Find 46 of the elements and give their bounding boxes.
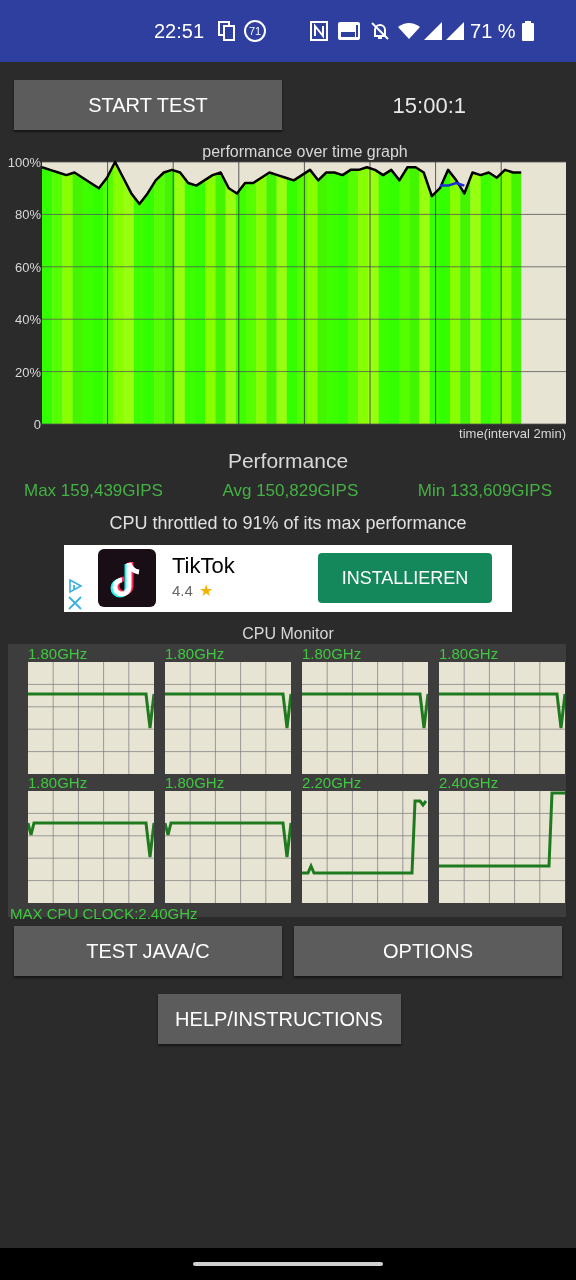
y-tick-label: 80%	[14, 207, 41, 223]
y-tick-label: 20%	[14, 364, 41, 380]
wifi-icon	[398, 22, 421, 40]
start-test-button[interactable]: START TEST	[14, 80, 282, 130]
y-tick-label: 0	[33, 417, 41, 432]
app-rating: 4.4	[172, 580, 193, 601]
performance-title: Performance	[227, 448, 349, 474]
action-button[interactable]: TEST JAVA/C	[14, 925, 282, 976]
signal-icon	[424, 22, 443, 40]
y-tick-label: 100%	[7, 155, 41, 170]
battery-level: 71 %	[470, 19, 516, 44]
core-frequency: 1.80GHz	[302, 644, 363, 662]
core-frequency: 1.80GHz	[28, 644, 89, 662]
chart-title: performance over time graph	[202, 143, 408, 160]
core-frequency: 2.20GHz	[302, 773, 363, 791]
copy-icon	[218, 21, 237, 41]
core-frequency: 1.80GHz	[28, 773, 89, 791]
action-button[interactable]: OPTIONS	[294, 925, 562, 976]
cpu-monitor-title: CPU Monitor	[242, 623, 334, 644]
min-performance: Min 133,609GIPS	[417, 480, 552, 502]
help-button[interactable]: HELP/INSTRUCTIONS	[157, 993, 401, 1044]
timer: 15:00:1	[392, 91, 466, 120]
avg-performance: Avg 150,829GIPS	[222, 480, 359, 502]
install-button[interactable]: INSTALLIEREN	[318, 553, 492, 603]
app-name: TikTok	[172, 553, 235, 579]
app-logo	[98, 549, 156, 607]
muted-bell-icon	[370, 21, 391, 41]
y-tick-label: 60%	[14, 259, 41, 275]
core-frequency: 2.40GHz	[439, 773, 500, 791]
core-frequency: 1.80GHz	[439, 644, 500, 662]
nfc-icon	[310, 21, 329, 41]
clock: 22:51	[154, 19, 205, 44]
y-tick-label: 40%	[14, 312, 41, 328]
max-performance: Max 159,439GIPS	[24, 480, 163, 502]
signal-icon	[446, 22, 465, 40]
star-icon: ★	[198, 579, 213, 603]
core-frequency: 1.80GHz	[165, 773, 226, 791]
throttle-note: CPU throttled to 91% of its max performance	[109, 511, 467, 535]
ad-choices-icon[interactable]	[67, 577, 83, 594]
battery-icon	[521, 21, 534, 41]
ad-banner[interactable]: TikTok 4.4 ★ INSTALLIEREN	[64, 544, 512, 612]
notification-count: 71	[244, 20, 267, 42]
close-icon[interactable]	[68, 595, 82, 610]
x-axis-label: time(interval 2min)	[459, 426, 566, 440]
max-cpu-clock: MAX CPU CLOCK:2.40GHz	[10, 904, 199, 922]
core-frequency: 1.80GHz	[165, 644, 226, 662]
